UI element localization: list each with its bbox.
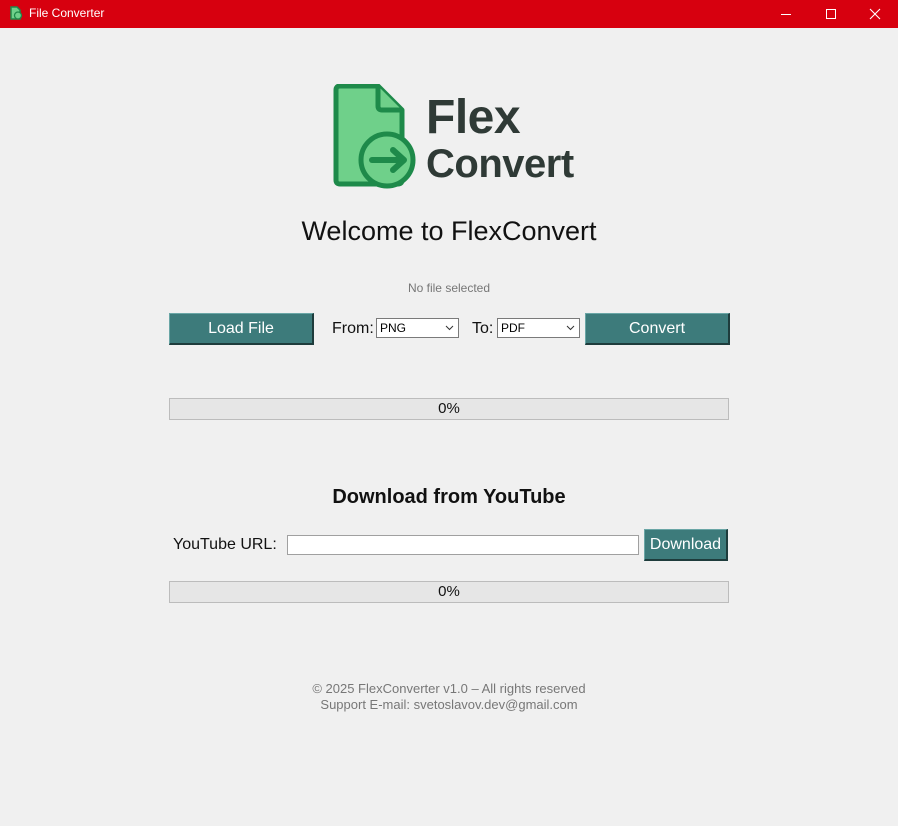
to-label: To: bbox=[472, 320, 494, 337]
logo-text-convert: Convert bbox=[426, 142, 574, 186]
to-format-value: PDF bbox=[501, 321, 525, 335]
from-label: From: bbox=[332, 320, 374, 337]
maximize-icon bbox=[826, 9, 836, 19]
chevron-down-icon bbox=[566, 325, 575, 331]
footer-support-email: Support E-mail: svetoslavov.dev@gmail.co… bbox=[320, 697, 578, 712]
maximize-button[interactable] bbox=[808, 0, 854, 28]
convert-button[interactable]: Convert bbox=[585, 313, 730, 345]
youtube-url-label: YouTube URL: bbox=[173, 536, 277, 553]
minimize-icon bbox=[781, 14, 791, 15]
close-icon bbox=[869, 8, 881, 20]
youtube-url-input[interactable] bbox=[287, 535, 639, 555]
download-button[interactable]: Download bbox=[644, 529, 728, 561]
close-button[interactable] bbox=[852, 0, 898, 28]
download-progress-text: 0% bbox=[438, 583, 460, 600]
from-format-select[interactable]: PNG bbox=[376, 318, 459, 338]
welcome-heading: Welcome to FlexConvert bbox=[301, 216, 597, 246]
to-format-select[interactable]: PDF bbox=[497, 318, 580, 338]
conversion-progress-bar: 0% bbox=[169, 398, 729, 420]
chevron-down-icon bbox=[445, 325, 454, 331]
conversion-progress-text: 0% bbox=[438, 400, 460, 417]
logo-text-flex: Flex bbox=[426, 91, 521, 144]
minimize-button[interactable] bbox=[763, 0, 809, 28]
file-status-label: No file selected bbox=[407, 281, 491, 295]
window-title: File Converter bbox=[29, 6, 105, 20]
app-icon bbox=[10, 6, 23, 20]
load-file-button[interactable]: Load File bbox=[169, 313, 314, 345]
download-progress-bar: 0% bbox=[169, 581, 729, 603]
from-format-value: PNG bbox=[380, 321, 407, 335]
youtube-section-heading: Download from YouTube bbox=[332, 486, 566, 508]
footer-copyright: © 2025 FlexConverter v1.0 – All rights r… bbox=[312, 681, 586, 696]
window-titlebar: File Converter bbox=[0, 0, 898, 28]
